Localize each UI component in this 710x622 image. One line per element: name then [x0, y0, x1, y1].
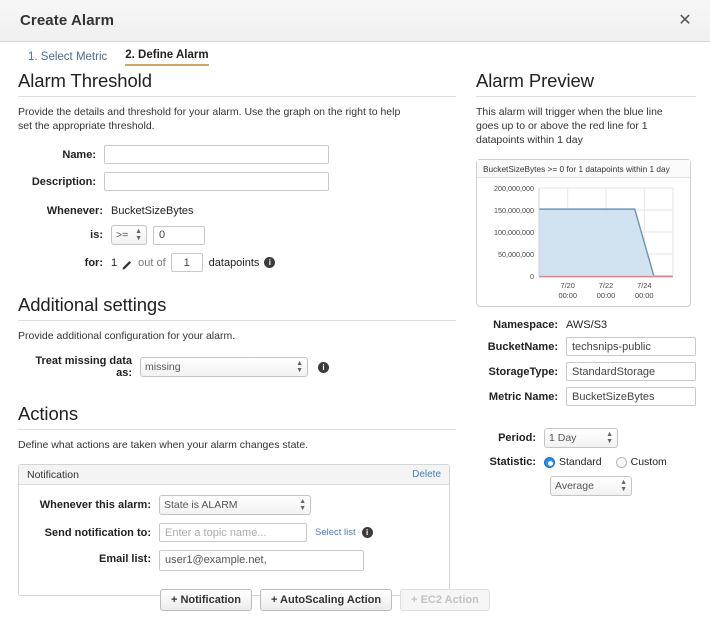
- dialog-header: Create Alarm ✕: [0, 0, 710, 42]
- metric-name-label: Metric Name:: [488, 390, 558, 403]
- svg-text:100,000,000: 100,000,000: [494, 228, 534, 237]
- statistic-custom-label[interactable]: Custom: [631, 456, 667, 468]
- treat-missing-data-select-wrap: missing ▲ ▼: [140, 357, 308, 377]
- period-select-wrap: 1 Day ▲ ▼: [544, 428, 618, 448]
- treat-missing-data-label: Treat missing data as:: [35, 355, 132, 379]
- operator-select[interactable]: >=: [111, 225, 147, 245]
- email-list-textarea[interactable]: user1@example.net,: [159, 550, 364, 571]
- alarm-state-select-wrap: State is ALARM ▲ ▼: [159, 495, 311, 515]
- statistic-standard-radio[interactable]: [544, 456, 555, 468]
- divider: [18, 320, 456, 321]
- statistic-custom-radio[interactable]: [615, 456, 627, 468]
- tab-select-metric[interactable]: 1. Select Metric: [28, 51, 107, 66]
- out-of-label: out of: [138, 256, 166, 269]
- svg-text:200,000,000: 200,000,000: [494, 184, 534, 193]
- divider: [18, 96, 456, 97]
- chart-plot-area: 0 50,000,000 100,000,000 150,000,000 200,000…: [477, 178, 690, 306]
- svg-text:50,000,000: 50,000,000: [498, 250, 534, 259]
- svg-text:00:00: 00:00: [635, 291, 654, 300]
- is-label: is:: [90, 229, 103, 241]
- statistic-select[interactable]: Average: [550, 476, 632, 496]
- notification-panel: Notification Delete Whenever this alarm:…: [18, 464, 450, 596]
- period-label: Period:: [498, 432, 536, 444]
- alarm-preview-description: This alarm will trigger when the blue li…: [476, 106, 663, 146]
- datapoints-input[interactable]: [170, 253, 203, 272]
- send-notification-to-label: Send notification to:: [44, 526, 151, 539]
- add-autoscaling-action-button[interactable]: + AutoScaling Action: [259, 589, 393, 611]
- alarm-preview-heading: Alarm Preview: [476, 70, 594, 91]
- divider: [18, 429, 456, 430]
- chart-svg: 0 50,000,000 100,000,000 150,000,000 200,000…: [494, 184, 674, 300]
- divider: [476, 96, 696, 97]
- statistic-select-wrap: Average ▲ ▼: [550, 476, 632, 496]
- svg-text:7/24: 7/24: [637, 281, 651, 290]
- storage-type-input[interactable]: [566, 362, 696, 381]
- additional-settings-heading: Additional settings: [18, 294, 167, 315]
- create-alarm-dialog: Create Alarm ✕ 1. Select Metric 2. Defin…: [0, 0, 710, 622]
- notification-panel-title: Notification: [27, 468, 79, 481]
- period-select[interactable]: 1 Day: [544, 428, 618, 448]
- info-icon[interactable]: i: [264, 257, 276, 268]
- statistic-standard-label[interactable]: Standard: [559, 456, 602, 468]
- actions-description: Define what actions are taken when your …: [18, 439, 309, 451]
- svg-text:7/20: 7/20: [561, 281, 575, 290]
- notification-panel-header: Notification Delete: [19, 465, 449, 485]
- storage-type-label: StorageType:: [488, 365, 558, 378]
- select-list-link[interactable]: Select list: [315, 527, 356, 538]
- close-icon[interactable]: ✕: [674, 10, 696, 32]
- delete-notification-link[interactable]: Delete: [412, 469, 441, 480]
- alarm-preview-chart: BucketSizeBytes >= 0 for 1 datapoints wi…: [476, 159, 691, 307]
- info-icon[interactable]: i: [318, 361, 329, 373]
- tab-define-alarm[interactable]: 2. Define Alarm: [125, 49, 209, 66]
- datapoints-label: datapoints: [208, 256, 260, 269]
- threshold-input[interactable]: [153, 225, 205, 245]
- operator-select-wrap: >= ▲ ▼: [111, 225, 147, 245]
- left-column: Alarm Threshold Provide the details and …: [18, 70, 456, 596]
- action-buttons: + Notification + AutoScaling Action + EC…: [160, 589, 490, 611]
- name-label: Name:: [62, 148, 96, 161]
- metric-name-input[interactable]: [566, 387, 696, 406]
- svg-text:00:00: 00:00: [558, 291, 577, 300]
- bucket-name-input[interactable]: [566, 337, 696, 356]
- right-column: Alarm Preview This alarm will trigger wh…: [476, 70, 696, 504]
- page-title: Create Alarm: [20, 12, 115, 29]
- alarm-state-select[interactable]: State is ALARM: [159, 495, 311, 515]
- pencil-icon[interactable]: [122, 257, 133, 270]
- statistic-label: Statistic:: [489, 456, 536, 468]
- notification-panel-body: Whenever this alarm: State is ALARM ▲ ▼ S…: [19, 485, 449, 595]
- description-input[interactable]: [104, 172, 329, 191]
- alarm-threshold-heading: Alarm Threshold: [18, 70, 152, 91]
- info-icon[interactable]: i: [361, 527, 373, 538]
- treat-missing-data-select[interactable]: missing: [140, 357, 308, 377]
- whenever-this-alarm-label: Whenever this alarm:: [39, 499, 151, 511]
- svg-text:0: 0: [530, 272, 534, 281]
- bucket-name-label: BucketName:: [487, 340, 558, 353]
- actions-heading: Actions: [18, 403, 78, 424]
- svg-text:150,000,000: 150,000,000: [494, 206, 534, 215]
- whenever-label: Whenever:: [46, 205, 103, 217]
- wizard-tabs: 1. Select Metric 2. Define Alarm: [28, 49, 209, 66]
- svg-text:7/22: 7/22: [599, 281, 613, 290]
- add-notification-button[interactable]: + Notification: [160, 589, 252, 611]
- email-list-label: Email list:: [99, 553, 151, 565]
- for-count-value: 1: [111, 256, 118, 269]
- whenever-metric-value: BucketSizeBytes: [111, 205, 194, 217]
- svg-text:00:00: 00:00: [597, 291, 616, 300]
- chart-title: BucketSizeBytes >= 0 for 1 datapoints wi…: [477, 160, 690, 178]
- namespace-label: Namespace:: [493, 319, 558, 331]
- namespace-value: AWS/S3: [566, 319, 608, 331]
- additional-settings-description: Provide additional configuration for you…: [18, 330, 236, 342]
- description-label: Description:: [31, 175, 96, 188]
- name-input[interactable]: [104, 145, 329, 164]
- for-label: for:: [84, 256, 103, 269]
- topic-name-input[interactable]: [159, 523, 307, 542]
- alarm-threshold-description: Provide the details and threshold for yo…: [18, 106, 401, 132]
- add-ec2-action-button: + EC2 Action: [400, 589, 490, 611]
